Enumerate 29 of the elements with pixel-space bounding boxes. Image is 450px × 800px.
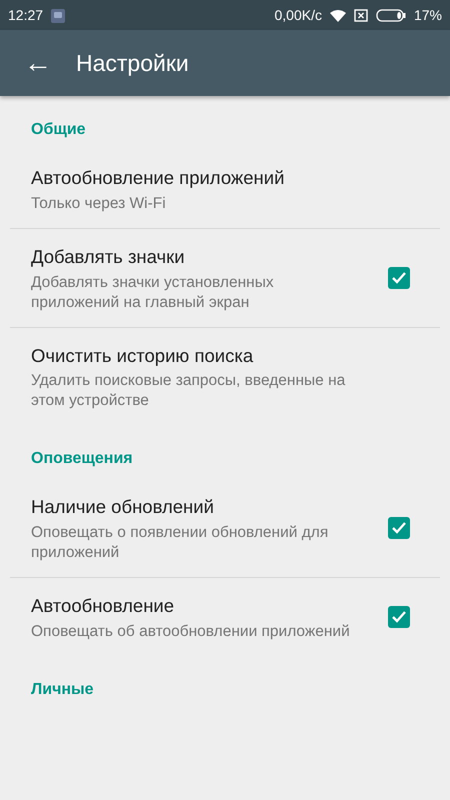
item-title: Очистить историю поиска	[31, 344, 254, 368]
check-icon	[391, 610, 407, 624]
battery-percent: 17%	[414, 6, 442, 24]
item-summary: Только через Wi-Fi	[31, 194, 167, 214]
item-summary: Удалить поисковые запросы, введенные на этом устройстве	[31, 371, 346, 412]
network-speed: 0,00K/c	[274, 6, 322, 24]
section-header: Общие	[30, 120, 87, 140]
item-summary: Оповещать об автообновлении приложений	[31, 622, 351, 642]
checkbox[interactable]	[388, 606, 410, 628]
item-summary: Добавлять значки установленных приложений на главный экран	[31, 272, 275, 312]
settings-item[interactable]: Очистить историю поиска Удалить поисковые запросы, введенные на этом устройстве	[10, 328, 440, 426]
screen-title: Настройки	[76, 48, 189, 78]
item-summary: Оповещать о появлении обновлений для приложений	[31, 523, 330, 563]
checkbox[interactable]	[388, 517, 410, 540]
settings-item[interactable]: Автообновление приложений Только через Wi-Fi	[10, 150, 440, 229]
check-icon	[391, 521, 407, 536]
section-header: Личные	[30, 680, 95, 700]
settings-item[interactable]: Добавлять значки Добавлять значки установленных приложений на главный экран	[10, 228, 440, 328]
item-title: Автообновление приложений	[31, 166, 286, 190]
section-header: Оповещения	[30, 449, 134, 470]
checkbox[interactable]	[388, 266, 410, 289]
check-icon	[391, 270, 407, 285]
item-title: Добавлять значки	[31, 244, 186, 269]
status-time: 12:27	[8, 6, 44, 24]
back-button[interactable]: ←	[22, 49, 54, 77]
settings-item[interactable]: Наличие обновлений Оповещать о появлении обновлений для приложений	[10, 479, 440, 578]
item-title: Автообновление	[31, 594, 176, 618]
settings-item[interactable]: Автообновление Оповещать об автообновлении приложений	[10, 578, 440, 656]
item-title: Наличие обновлений	[31, 495, 215, 520]
